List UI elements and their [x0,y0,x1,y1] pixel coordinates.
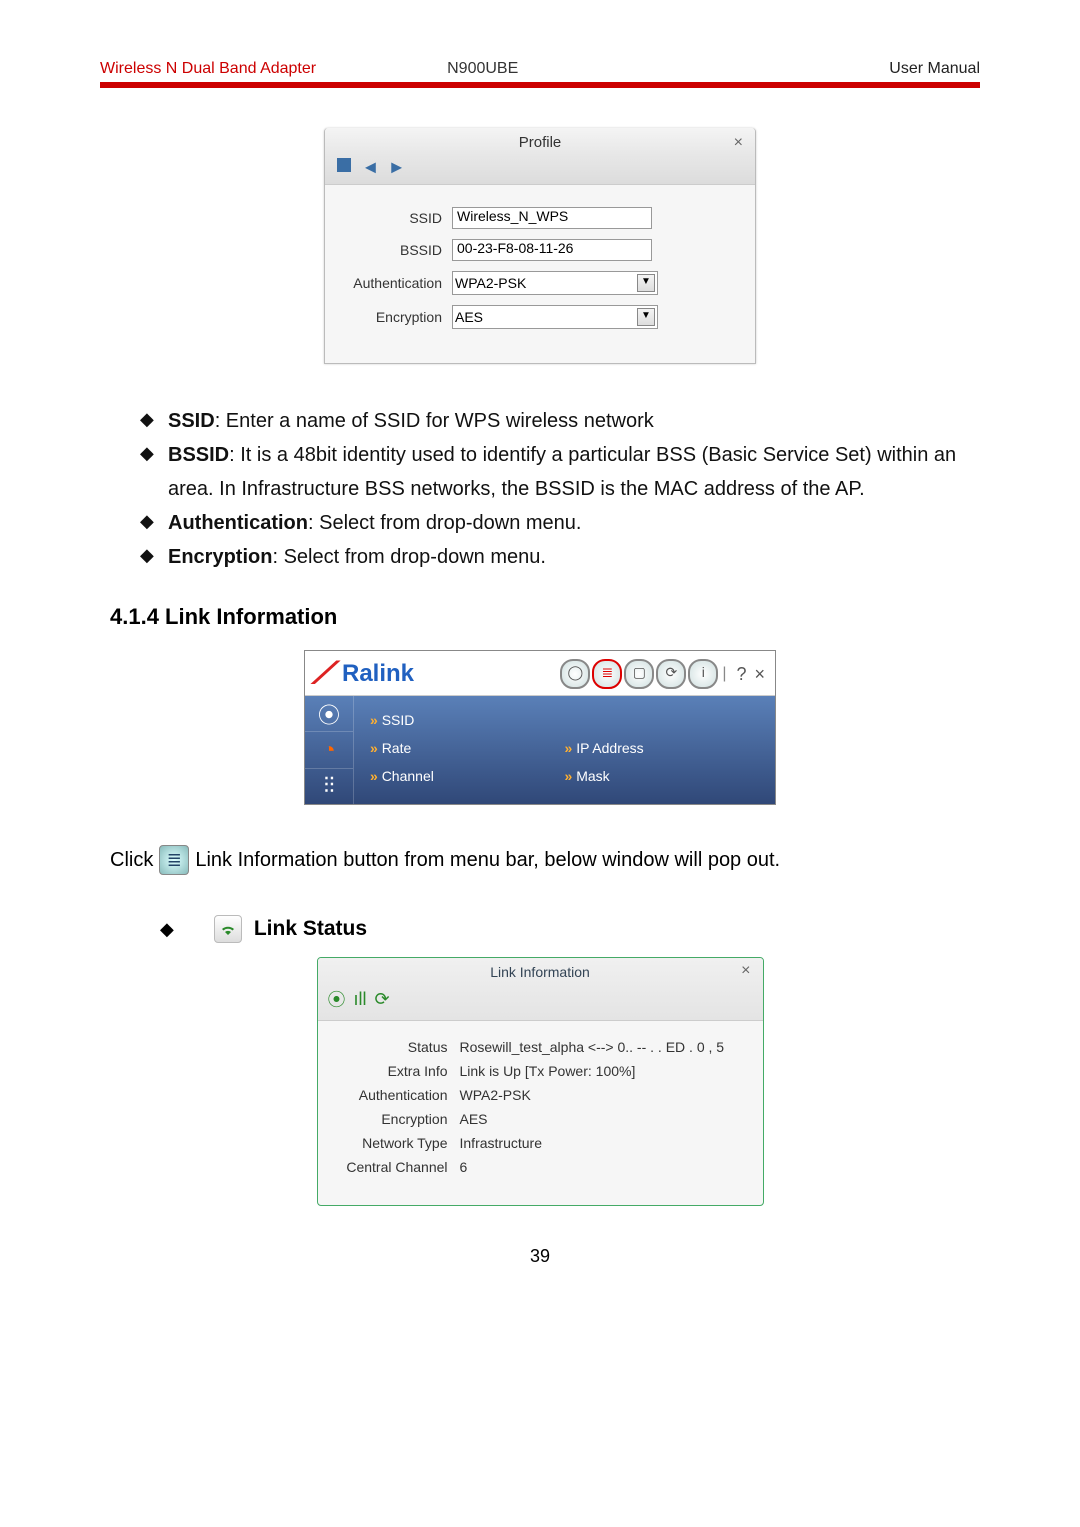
bssid-label: BSSID [337,242,452,258]
manual-page: Wireless N Dual Band Adapter N900UBE Use… [0,0,1080,1527]
refresh-icon[interactable]: ⟳ [375,989,390,1010]
page-header: Wireless N Dual Band Adapter N900UBE Use… [100,60,980,88]
profile-title: Profile [325,128,755,153]
ralink-side-tabs: ⦿ ◔ ⫶⫶ [305,696,354,804]
header-left: Wireless N Dual Band Adapter [100,60,316,78]
ssid-cell: SSID [370,712,565,728]
table-row: Central Channel6 [328,1155,753,1179]
close-icon[interactable]: × [741,962,750,980]
toolbar-btn-4[interactable]: ⟳ [656,659,686,689]
separator: | [722,665,726,683]
enc-value: AES [455,309,483,325]
ralink-swoosh-icon: ⟋ [312,657,339,691]
field-description-list: SSID: Enter a name of SSID for WPS wirel… [100,404,980,574]
click-instruction: Click ≣ Link Information button from men… [110,845,970,875]
wifi-icon [214,915,242,943]
help-icon[interactable]: ? [736,664,746,685]
rate-cell: Rate [370,740,565,756]
close-icon[interactable]: × [734,134,743,152]
channel-cell: Channel [370,768,565,784]
link-status-heading: Link Status [160,915,980,943]
list-item: Encryption: Select from drop-down menu. [140,540,980,574]
enc-label: Encryption [337,309,452,325]
dial-icon[interactable]: ◔ [305,732,353,768]
linkinfo-body: StatusRosewill_test_alpha <--> 0.. -- . … [318,1021,763,1205]
table-row: Extra InfoLink is Up [Tx Power: 100%] [328,1059,753,1083]
ssid-label: SSID [337,210,452,226]
enc-select[interactable]: AES ▼ [452,305,658,329]
linkinfo-title: Link Information [318,962,763,982]
table-row: StatusRosewill_test_alpha <--> 0.. -- . … [328,1035,753,1059]
broadcast-icon[interactable]: ⦿ [305,696,353,732]
chevron-down-icon[interactable]: ▼ [637,274,655,292]
page-number: 39 [100,1246,980,1267]
ip-cell: IP Address [565,740,760,756]
back-arrow-icon[interactable]: ◄ [361,157,379,178]
close-icon[interactable]: × [754,664,765,685]
toolbar-btn-3[interactable]: ▢ [624,659,654,689]
link-info-button[interactable]: ≣ [592,659,622,689]
auth-select[interactable]: WPA2-PSK ▼ [452,271,658,295]
info-button[interactable]: i [688,659,718,689]
profile-toolbar: ◄ ► [325,153,755,185]
toolbar-btn-1[interactable]: ◯ [560,659,590,689]
table-row: EncryptionAES [328,1107,753,1131]
section-heading: 4.1.4 Link Information [110,604,980,630]
profile-window: Profile × ◄ ► SSID Wireless_N_WPS BSSID … [324,128,756,364]
auth-label: Authentication [337,275,452,291]
stop-icon[interactable] [337,158,351,172]
link-info-icon: ≣ [159,845,189,875]
auth-value: WPA2-PSK [455,275,526,291]
link-information-window: Link Information × ⦿ ıll ⟳ StatusRosewil… [317,957,764,1206]
header-right: User Manual [889,60,980,78]
ralink-brand: Ralink [342,660,414,688]
bssid-input[interactable]: 00-23-F8-08-11-26 [452,239,652,261]
table-row: AuthenticationWPA2-PSK [328,1083,753,1107]
ssid-input[interactable]: Wireless_N_WPS [452,207,652,229]
ralink-window: ⟋ Ralink ◯ ≣ ▢ ⟳ i | ? × ⦿ ◔ ⫶⫶ SSID [304,650,776,805]
list-item: SSID: Enter a name of SSID for WPS wirel… [140,404,980,438]
signal-icon[interactable]: ⫶⫶ [305,769,353,804]
table-row: Network TypeInfrastructure [328,1131,753,1155]
signal-icon[interactable]: ıll [354,989,367,1010]
list-item: Authentication: Select from drop-down me… [140,506,980,540]
mask-cell: Mask [565,768,760,784]
chevron-down-icon[interactable]: ▼ [637,308,655,326]
forward-arrow-icon[interactable]: ► [388,157,406,178]
list-item: BSSID: It is a 48bit identity used to id… [140,438,980,506]
header-mid: N900UBE [447,60,518,78]
wifi-icon[interactable]: ⦿ [328,986,346,1012]
ralink-logo: ⟋ Ralink [315,657,414,691]
